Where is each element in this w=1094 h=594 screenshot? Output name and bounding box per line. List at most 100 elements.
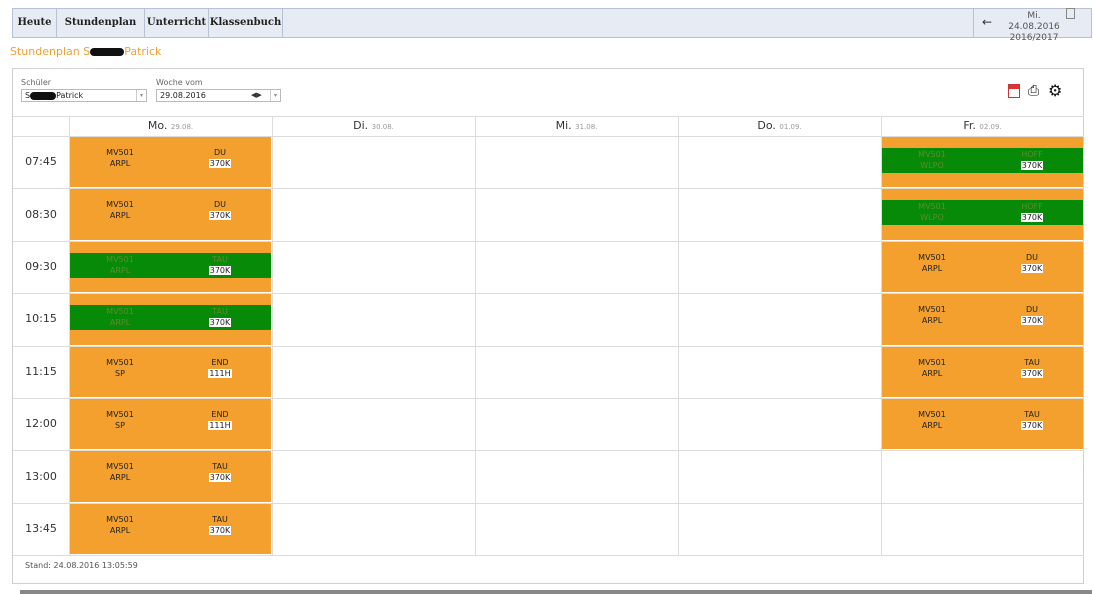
lesson-subject: WLPO <box>920 161 944 170</box>
chevron-down-icon[interactable]: ▾ <box>270 90 280 101</box>
lesson-room-wrap: 370K <box>190 265 250 275</box>
bottom-bar <box>20 590 1092 594</box>
day-header: Do. 01.09. <box>678 116 881 136</box>
lesson-class: MV501 <box>918 150 946 159</box>
arrow-left-icon[interactable]: ← <box>982 15 992 29</box>
grid-column-line <box>272 116 273 555</box>
lesson-subject: ARPL <box>921 316 943 326</box>
lesson-cell[interactable]: MV501 DU ARPL 370K <box>70 137 271 188</box>
gear-icon[interactable]: ⚙ <box>1048 81 1062 100</box>
lesson-room-wrap: 370K <box>190 318 250 328</box>
lesson-cell[interactable]: MV501 TAU ARPL 370K <box>882 346 1083 397</box>
lesson-room-wrap: 370K <box>1002 213 1062 223</box>
lesson-teacher: TAU <box>212 254 228 264</box>
page-title-prefix: Stundenplan S <box>10 45 91 58</box>
lesson-cell[interactable]: MV501 DU ARPL 370K <box>882 294 1083 345</box>
lesson-class: MV501 <box>918 305 946 315</box>
lesson-cell-substituted[interactable]: MV501 HOFF WLPO 370K <box>882 137 1083 188</box>
redacted-name <box>30 91 57 100</box>
day-name: Fr. <box>963 119 976 132</box>
woche-label: Woche vom <box>156 78 203 87</box>
day-name: Di. <box>353 119 369 132</box>
lesson-cell[interactable]: MV501 END SP 111H <box>70 399 271 450</box>
tab-unterricht[interactable]: Unterricht <box>145 9 209 37</box>
print-icon[interactable]: ⎙ <box>1028 83 1039 99</box>
day-name: Mo. <box>147 119 168 132</box>
lesson-cell-substituted[interactable]: MV501 TAU ARPL 370K <box>70 241 271 293</box>
lesson-cell[interactable]: MV501 DU ARPL 370K <box>70 189 271 240</box>
grid-column-line <box>475 116 476 555</box>
lesson-room: 370K <box>208 318 232 328</box>
lesson-cell[interactable]: MV501 TAU ARPL 370K <box>70 503 271 555</box>
lesson-subject: ARPL <box>921 368 943 378</box>
time-label: 09:30 <box>25 260 57 273</box>
lesson-room: 111H <box>208 421 232 430</box>
lesson-class: MV501 <box>918 252 946 262</box>
lesson-room: 370K <box>1020 263 1044 273</box>
lesson-subject: SP <box>115 368 125 378</box>
calendar-icon[interactable] <box>1066 8 1075 19</box>
lesson-teacher: END <box>211 357 229 367</box>
lesson-cell[interactable]: MV501 TAU ARPL 370K <box>882 399 1083 450</box>
grid-row-line <box>13 555 1084 557</box>
time-label: 10:15 <box>25 312 57 326</box>
lesson-teacher: TAU <box>1024 410 1040 419</box>
lesson-room-wrap: 370K <box>1002 368 1062 378</box>
schueler-label: Schüler <box>21 78 52 87</box>
lesson-teacher: DU <box>213 200 226 210</box>
day-date: 29.08. <box>170 123 194 131</box>
lesson-teacher: TAU <box>1024 357 1040 367</box>
stand-timestamp: Stand: 24.08.2016 13:05:59 <box>25 561 138 570</box>
lesson-room: 111H <box>208 368 232 378</box>
lesson-teacher: TAU <box>212 462 228 472</box>
current-date-line1: Mi. 24.08.2016 <box>1008 11 1060 32</box>
schueler-select[interactable]: S Patrick ▾ <box>21 89 147 102</box>
lesson-room: 370K <box>208 211 232 221</box>
lesson-room: 370K <box>1020 421 1044 430</box>
lesson-class: MV501 <box>918 410 946 419</box>
tab-stundenplan[interactable]: Stundenplan <box>57 9 145 37</box>
chevron-down-icon[interactable]: ▾ <box>136 90 146 101</box>
lesson-room: 370K <box>208 159 232 168</box>
time-label: 12:00 <box>25 417 57 431</box>
page-title-suffix: Patrick <box>124 45 162 58</box>
lesson-subject: ARPL <box>109 159 131 168</box>
time-label: 13:45 <box>25 522 57 535</box>
top-nav: Heute Stundenplan Unterricht Klassenbuch… <box>12 8 1092 43</box>
lesson-subject: ARPL <box>109 211 131 221</box>
lesson-subject: ARPL <box>921 263 943 273</box>
lesson-class: MV501 <box>918 202 946 212</box>
woche-value: 29.08.2016 <box>160 91 206 100</box>
lesson-cell[interactable]: MV501 TAU ARPL 370K <box>70 451 271 502</box>
lesson-class: MV501 <box>106 514 134 524</box>
lesson-class: MV501 <box>106 200 134 210</box>
lesson-class: MV501 <box>106 462 134 472</box>
lesson-teacher: HOFF <box>1021 150 1043 159</box>
day-name: Do. <box>757 119 776 132</box>
lesson-room: 370K <box>1020 368 1044 378</box>
day-header: Fr. 02.09. <box>881 116 1084 136</box>
lesson-cell[interactable]: MV501 END SP 111H <box>70 346 271 397</box>
lesson-cell-substituted[interactable]: MV501 HOFF WLPO 370K <box>882 189 1083 240</box>
tab-klassenbuch[interactable]: Klassenbuch <box>209 9 283 37</box>
lesson-class: MV501 <box>106 254 134 264</box>
lesson-room-wrap: 111H <box>190 421 250 430</box>
calendar-icon[interactable] <box>1008 84 1020 98</box>
woche-select[interactable]: 29.08.2016 ◀▶ ▾ <box>156 89 281 102</box>
tab-heute[interactable]: Heute <box>13 9 57 37</box>
lesson-teacher: TAU <box>212 514 228 524</box>
lesson-room: 370K <box>208 525 232 535</box>
lesson-teacher: DU <box>1025 252 1038 262</box>
lesson-teacher: TAU <box>212 307 228 317</box>
lesson-cell-substituted[interactable]: MV501 TAU ARPL 370K <box>70 294 271 345</box>
lesson-room-wrap: 370K <box>190 211 250 221</box>
lesson-cell[interactable]: MV501 DU ARPL 370K <box>882 241 1083 293</box>
day-date: 01.09. <box>779 123 802 131</box>
arrow-left-right-icon[interactable]: ◀▶ <box>251 90 262 101</box>
lesson-room: 370K <box>208 473 232 483</box>
lesson-subject: ARPL <box>109 525 131 535</box>
lesson-teacher: END <box>211 410 229 419</box>
lesson-class: MV501 <box>106 410 134 419</box>
lesson-room-wrap: 370K <box>1002 316 1062 326</box>
lesson-class: MV501 <box>106 357 134 367</box>
